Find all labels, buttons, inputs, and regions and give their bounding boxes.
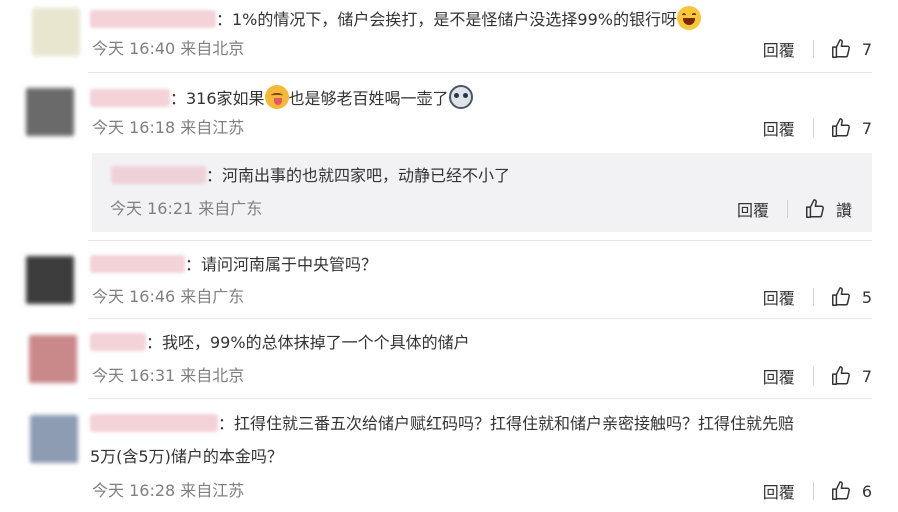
comment-text: ：扛得住就三番五次给储户赋红码吗？扛得住就和储户亲密接触吗？扛得住就先赔 [90, 413, 794, 435]
comment-body: ：1%的情况下，储户会挨打，是不是怪储户没选择99%的银行呀 [216, 10, 677, 29]
divider [812, 288, 814, 306]
like-button[interactable]: 7 [830, 117, 872, 139]
avatar[interactable] [30, 415, 78, 463]
like-button[interactable]: 讚 [804, 197, 852, 221]
thumbs-up-icon [830, 117, 852, 139]
thumbs-up-icon [830, 286, 852, 308]
comment-actions: 回覆 7 [763, 364, 872, 388]
comment-text: ：316家如果 也是够老百姓喝一壶了 [90, 85, 473, 110]
reply-button[interactable]: 回覆 [737, 197, 769, 221]
like-count: 6 [861, 481, 872, 501]
username-blurred[interactable] [90, 333, 146, 351]
divider [812, 40, 814, 58]
avatar[interactable] [26, 256, 74, 304]
divider [88, 240, 872, 241]
username-blurred[interactable] [111, 166, 206, 184]
comment-text: ：1%的情况下，储户会挨打，是不是怪储户没选择99%的银行呀 [90, 6, 701, 31]
comment-text: ：我呸，99%的总体抹掉了一个个具体的储户 [90, 332, 470, 354]
location: 来自广东 [198, 199, 263, 218]
divider [812, 482, 814, 500]
location: 来自江苏 [180, 118, 245, 137]
reply-button[interactable]: 回覆 [763, 364, 795, 388]
comment-meta: 今天 16:40 来自北京 [92, 39, 244, 59]
username-blurred[interactable] [90, 414, 218, 432]
username-blurred[interactable] [90, 255, 185, 273]
reply-box: ：河南出事的也就四家吧，动静已经不小了 今天 16:21 来自广东 回覆 讚 [92, 153, 872, 232]
thumbs-up-icon [830, 480, 852, 502]
comment-text: ：请问河南属于中央管吗？ [90, 254, 377, 276]
comment-body: 5万(含5万)储户的本金吗？ [90, 447, 283, 466]
comment-body: ：316家如果 [170, 89, 265, 108]
comment-body: ：请问河南属于中央管吗？ [185, 255, 378, 274]
reply-actions: 回覆 讚 [737, 197, 852, 221]
timestamp: 今天 16:40 [92, 39, 176, 58]
reply-button[interactable]: 回覆 [763, 479, 795, 503]
location: 来自北京 [180, 366, 245, 385]
divider [786, 200, 788, 218]
comment-actions: 回覆 5 [763, 285, 872, 309]
location: 来自广东 [180, 287, 245, 306]
husky-emoji-icon [448, 85, 473, 109]
like-label: 讚 [835, 201, 852, 220]
thumbs-up-icon [804, 198, 826, 220]
comment-body: ：我呸，99%的总体抹掉了一个个具体的储户 [146, 333, 470, 352]
comment-actions: 回覆 6 [763, 479, 872, 503]
username-blurred[interactable] [90, 89, 170, 107]
location: 来自江苏 [180, 481, 245, 500]
comment-body: 也是够老百姓喝一壶了 [288, 89, 449, 108]
like-button[interactable]: 6 [830, 480, 872, 502]
divider [88, 398, 872, 399]
divider [88, 72, 872, 73]
timestamp: 今天 16:31 [92, 366, 176, 385]
comment-meta: 今天 16:46 来自广东 [92, 287, 244, 307]
like-button[interactable]: 7 [830, 38, 872, 60]
comment-meta: 今天 16:18 来自江苏 [92, 118, 244, 138]
avatar[interactable] [26, 88, 74, 136]
comment-meta: 今天 16:31 来自北京 [92, 366, 244, 386]
comment-actions: 回覆 7 [763, 37, 872, 61]
thumbs-up-icon [830, 365, 852, 387]
location: 来自北京 [180, 39, 245, 58]
timestamp: 今天 16:18 [92, 118, 176, 137]
like-button[interactable]: 5 [830, 286, 872, 308]
avatar[interactable] [29, 335, 77, 383]
comment-actions: 回覆 7 [763, 116, 872, 140]
comment-text-line2: 5万(含5万)储户的本金吗？ [90, 446, 283, 468]
avatar[interactable] [32, 8, 80, 56]
thumbs-up-icon [830, 38, 852, 60]
timestamp: 今天 16:21 [110, 199, 194, 218]
yum-emoji-icon [264, 85, 289, 109]
like-button[interactable]: 7 [830, 365, 872, 387]
like-count: 7 [861, 118, 872, 138]
like-count: 7 [861, 39, 872, 59]
username-blurred[interactable] [90, 10, 216, 28]
reply-text: ：河南出事的也就四家吧，动静已经不小了 [111, 165, 510, 187]
divider [88, 318, 872, 319]
like-count: 7 [861, 366, 872, 386]
reply-button[interactable]: 回覆 [763, 116, 795, 140]
reply-meta: 今天 16:21 来自广东 [110, 199, 262, 219]
comment-meta: 今天 16:28 来自江苏 [92, 481, 244, 501]
reply-body: ：河南出事的也就四家吧，动静已经不小了 [206, 166, 511, 185]
divider [812, 119, 814, 137]
reply-button[interactable]: 回覆 [763, 285, 795, 309]
laugh-emoji-icon [676, 6, 701, 30]
timestamp: 今天 16:46 [92, 287, 176, 306]
comment-body: ：扛得住就三番五次给储户赋红码吗？扛得住就和储户亲密接触吗？扛得住就先赔 [218, 414, 795, 433]
timestamp: 今天 16:28 [92, 481, 176, 500]
divider [812, 367, 814, 385]
reply-button[interactable]: 回覆 [763, 37, 795, 61]
like-count: 5 [861, 287, 872, 307]
